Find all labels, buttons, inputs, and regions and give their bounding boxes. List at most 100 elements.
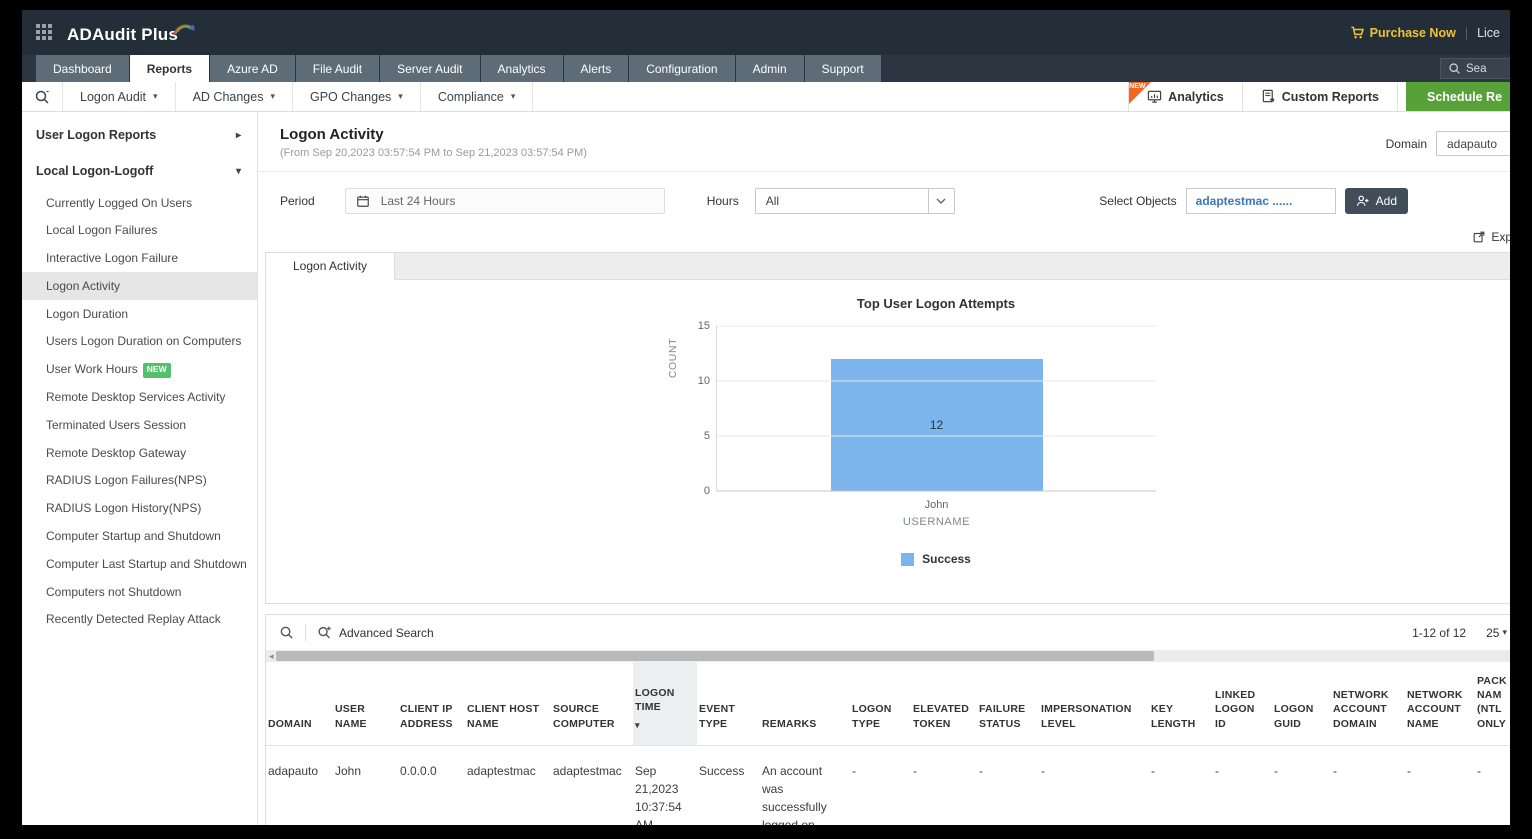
sidebar-item[interactable]: User Work HoursNEW: [22, 356, 257, 384]
page-size-select[interactable]: 25 ▾: [1486, 626, 1507, 640]
chart-legend[interactable]: Success: [716, 552, 1156, 566]
sidebar-item[interactable]: Recently Detected Replay Attack: [22, 606, 257, 634]
top-tab[interactable]: Analytics: [481, 55, 563, 82]
table-cell: 0.0.0.0: [398, 745, 465, 825]
select-objects-input[interactable]: adaptestmac ......: [1186, 188, 1336, 214]
sidebar-item[interactable]: Remote Desktop Services Activity: [22, 384, 257, 412]
table-column-header[interactable]: FAILURE STATUS: [977, 662, 1039, 745]
analytics-button[interactable]: NEW Analytics: [1128, 82, 1242, 111]
table-column-header[interactable]: USER NAME: [333, 662, 398, 745]
table-column-header[interactable]: CLIENT HOST NAME: [465, 662, 551, 745]
subnav-menu[interactable]: AD Changes ▾: [175, 82, 292, 111]
sidebar-group[interactable]: User Logon Reports ▸: [22, 117, 257, 153]
top-tab[interactable]: Server Audit: [380, 55, 479, 82]
schedule-reports-label: Schedule Re: [1427, 90, 1502, 104]
schedule-reports-button[interactable]: Schedule Re: [1406, 82, 1510, 111]
add-objects-button[interactable]: Add: [1345, 188, 1408, 214]
table-column-header[interactable]: ELEVATED TOKEN: [911, 662, 977, 745]
table-column-header[interactable]: SOURCE COMPUTER: [551, 662, 633, 745]
table-column-header[interactable]: LOGON TYPE: [850, 662, 911, 745]
main-tab-bar: Dashboard Reports Azure AD File Audit Se…: [22, 55, 1510, 82]
scroll-left-arrow[interactable]: ◂: [269, 650, 274, 662]
sidebar-group[interactable]: Local Logon-Logoff ▾: [22, 153, 257, 189]
sidebar-item[interactable]: Logon Duration: [22, 300, 257, 328]
sidebar-item[interactable]: Terminated Users Session: [22, 411, 257, 439]
table-cell: adapauto: [266, 745, 333, 825]
top-tab[interactable]: File Audit: [296, 55, 379, 82]
sidebar-group-label: Local Logon-Logoff: [36, 164, 153, 178]
table-column-header[interactable]: LOGON TIME ▾: [633, 662, 697, 745]
report-sub-nav: Logon Audit ▾ AD Changes ▾ GPO Changes ▾…: [22, 82, 1510, 112]
sidebar-item-label: Logon Activity: [46, 279, 120, 293]
sidebar-item[interactable]: RADIUS Logon History(NPS): [22, 495, 257, 523]
table-column-header[interactable]: LOGON GUID: [1272, 662, 1331, 745]
results-table-panel: Advanced Search 1-12 of 12 25 ▾ ◂: [265, 614, 1510, 825]
table-column-header[interactable]: EVENT TYPE: [697, 662, 760, 745]
chart-bar[interactable]: 12: [831, 359, 1043, 491]
table-column-header[interactable]: REMARKS: [760, 662, 850, 745]
expand-arrow-icon: ▸: [236, 130, 241, 141]
hours-select[interactable]: All: [755, 188, 955, 214]
top-tab[interactable]: Configuration: [629, 55, 734, 82]
domain-select[interactable]: adapauto: [1436, 131, 1510, 156]
gridline: [717, 326, 1156, 327]
sidebar-item[interactable]: Computer Last Startup and Shutdown: [22, 550, 257, 578]
top-tab[interactable]: Azure AD: [210, 55, 295, 82]
global-search-input[interactable]: Sea: [1440, 58, 1510, 79]
app-logo[interactable]: ADAudit Plus: [67, 21, 196, 45]
top-tab[interactable]: Support: [805, 55, 881, 82]
tab-label: Admin: [753, 62, 787, 76]
tab-label: Alerts: [581, 62, 612, 76]
sidebar-item[interactable]: Users Logon Duration on Computers: [22, 328, 257, 356]
sidebar-item[interactable]: RADIUS Logon Failures(NPS): [22, 467, 257, 495]
apps-grid-icon[interactable]: [36, 24, 54, 42]
x-axis-label: USERNAME: [903, 516, 970, 528]
sidebar-item-label: Terminated Users Session: [46, 418, 186, 432]
column-label: ELEVATED TOKEN: [913, 703, 969, 729]
tab-label: Reports: [147, 62, 192, 76]
subnav-menu[interactable]: GPO Changes ▾: [292, 82, 420, 111]
expand-arrow-icon: ▾: [236, 166, 241, 177]
license-link[interactable]: Lice: [1477, 26, 1500, 40]
top-tab[interactable]: Reports: [130, 55, 209, 82]
report-search-button[interactable]: [22, 82, 62, 111]
advanced-search-button[interactable]: Advanced Search: [317, 625, 434, 640]
new-badge: NEW: [143, 363, 171, 378]
horizontal-scrollbar[interactable]: ◂: [266, 650, 1510, 662]
table-column-header[interactable]: NETWORK ACCOUNT DOMAIN: [1331, 662, 1405, 745]
column-label: CLIENT IP ADDRESS: [400, 703, 453, 729]
table-column-header[interactable]: LINKED LOGON ID: [1213, 662, 1272, 745]
table-column-header[interactable]: NETWORK ACCOUNT NAME: [1405, 662, 1475, 745]
top-tab[interactable]: Dashboard: [36, 55, 129, 82]
subnav-menu[interactable]: Compliance ▾: [420, 82, 534, 111]
table-column-header[interactable]: PACK NAM (NTL ONLY: [1475, 662, 1510, 745]
table-column-header[interactable]: KEY LENGTH: [1149, 662, 1213, 745]
subnav-menu[interactable]: Logon Audit ▾: [62, 82, 175, 111]
report-date-range: (From Sep 20,2023 03:57:54 PM to Sep 21,…: [280, 147, 1510, 159]
top-tab[interactable]: Admin: [736, 55, 804, 82]
sidebar-item[interactable]: Currently Logged On Users: [22, 189, 257, 217]
tab-logon-activity[interactable]: Logon Activity: [266, 253, 395, 280]
export-icon: [1472, 230, 1486, 244]
sidebar-item[interactable]: Local Logon Failures: [22, 217, 257, 245]
table-column-header[interactable]: CLIENT IP ADDRESS: [398, 662, 465, 745]
table-column-header[interactable]: DOMAIN: [266, 662, 333, 745]
table-row[interactable]: adapauto John 0.0.0.0 adaptestmac adapte…: [266, 745, 1510, 825]
period-input[interactable]: Last 24 Hours: [345, 188, 665, 214]
export-button[interactable]: Exp: [258, 230, 1510, 244]
top-tab[interactable]: Alerts: [564, 55, 629, 82]
sidebar-item[interactable]: Computers not Shutdown: [22, 578, 257, 606]
results-table: DOMAIN USER NAME CLIENT IP A: [266, 662, 1510, 825]
scrollbar-thumb[interactable]: [276, 651, 1154, 661]
sidebar-item[interactable]: Remote Desktop Gateway: [22, 439, 257, 467]
sidebar-item[interactable]: Interactive Logon Failure: [22, 245, 257, 273]
sidebar-item[interactable]: Logon Activity: [22, 272, 257, 300]
sidebar-item-label: Computer Startup and Shutdown: [46, 529, 221, 543]
custom-reports-button[interactable]: Custom Reports: [1242, 82, 1398, 111]
column-label: NETWORK ACCOUNT NAME: [1407, 689, 1463, 729]
table-cell: adaptestmac: [465, 745, 551, 825]
purchase-now-link[interactable]: Purchase Now: [1350, 25, 1456, 40]
table-column-header[interactable]: IMPERSONATION LEVEL: [1039, 662, 1149, 745]
column-label: LOGON TYPE: [852, 703, 892, 729]
sidebar-item[interactable]: Computer Startup and Shutdown: [22, 523, 257, 551]
